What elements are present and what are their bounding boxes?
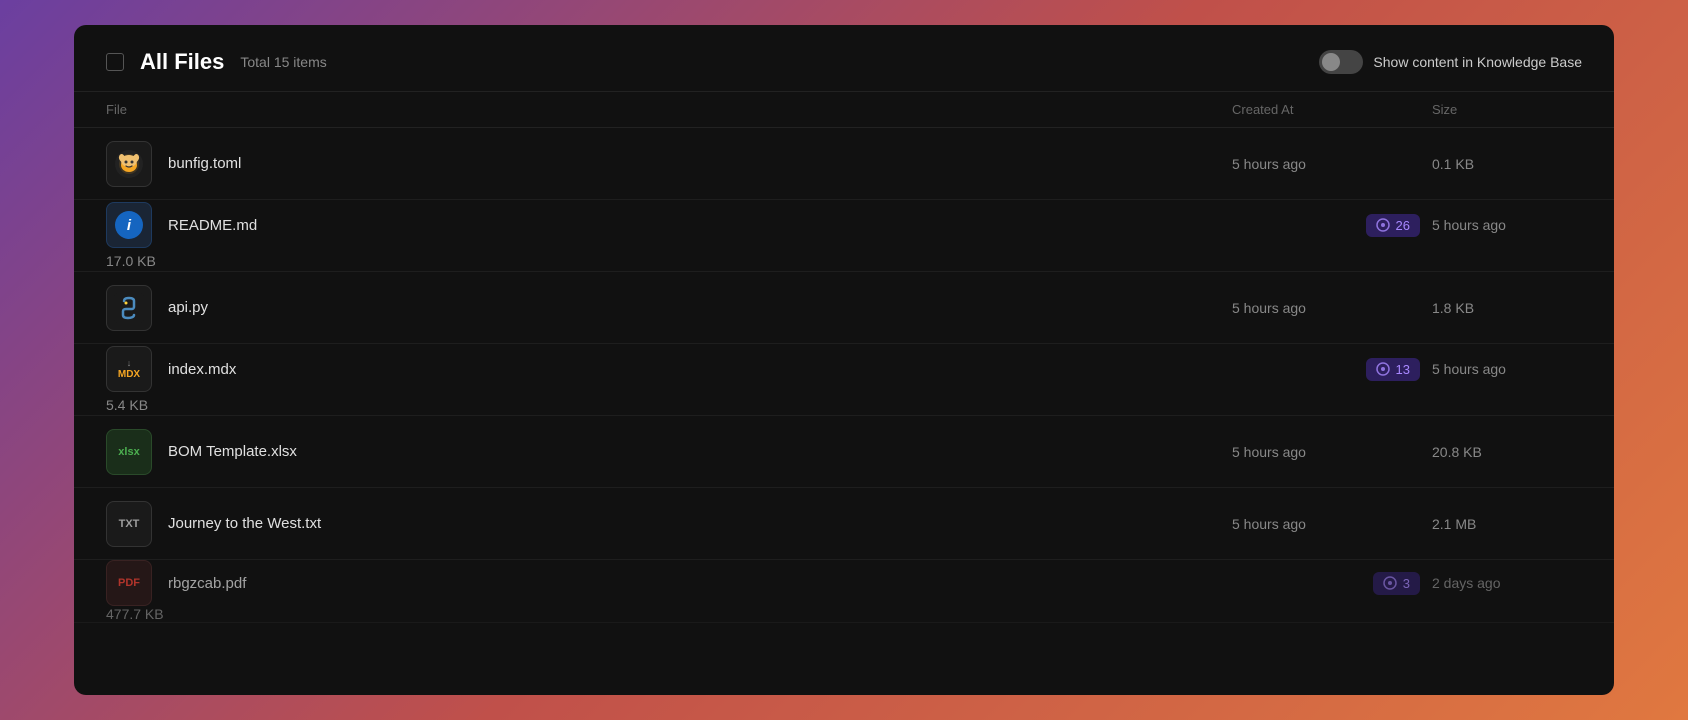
table-body: bunfig.toml 5 hours ago 0.1 KB i README.… — [74, 128, 1614, 695]
created-at: 5 hours ago — [1232, 156, 1432, 172]
file-icon-pdf: PDF — [106, 560, 152, 606]
created-at: 5 hours ago — [1232, 300, 1432, 316]
col-created-at: Created At — [1232, 102, 1432, 117]
file-icon-xlsx: xlsx — [106, 429, 152, 475]
file-name: Journey to the West.txt — [168, 515, 321, 532]
badge-icon — [1376, 218, 1390, 232]
table-header: File Created At Size — [74, 92, 1614, 128]
bun-icon — [113, 148, 145, 180]
table-row[interactable]: PDF rbgzcab.pdf 3 2 days ago 477.7 KB — [74, 560, 1614, 623]
file-cell: api.py — [106, 285, 1232, 331]
file-size: 1.8 KB — [1432, 300, 1582, 316]
file-name: bunfig.toml — [168, 155, 241, 172]
badge-count: 13 — [1396, 362, 1410, 377]
file-cell: xlsx BOM Template.xlsx — [106, 429, 1232, 475]
select-all-checkbox[interactable] — [106, 53, 124, 71]
file-cell: i README.md — [106, 202, 1232, 248]
file-size: 477.7 KB — [106, 606, 1232, 622]
file-size: 17.0 KB — [106, 253, 1232, 269]
file-size: 5.4 KB — [106, 397, 1232, 413]
txt-label: TXT — [119, 518, 140, 530]
file-size: 20.8 KB — [1432, 444, 1582, 460]
created-at: 5 hours ago — [1432, 217, 1582, 233]
table-row[interactable]: ↓ MDX index.mdx 13 5 hours ago 5.4 KB — [74, 344, 1614, 416]
table-row[interactable]: xlsx BOM Template.xlsx 5 hours ago 20.8 … — [74, 416, 1614, 488]
table-row[interactable]: api.py 5 hours ago 1.8 KB — [74, 272, 1614, 344]
file-icon-md: i — [106, 202, 152, 248]
mdx-label: ↓ MDX — [118, 359, 140, 380]
file-name: BOM Template.xlsx — [168, 443, 297, 460]
pdf-label: PDF — [118, 577, 140, 589]
table-row[interactable]: bunfig.toml 5 hours ago 0.1 KB — [74, 128, 1614, 200]
badge-count: 3 — [1403, 576, 1410, 591]
created-at: 5 hours ago — [1432, 361, 1582, 377]
col-size: Size — [1432, 102, 1582, 117]
info-icon: i — [115, 211, 143, 239]
col-file: File — [106, 102, 1232, 117]
badge-cell: 13 — [1232, 358, 1432, 381]
toggle-track[interactable] — [1319, 50, 1363, 74]
file-name: README.md — [168, 217, 257, 234]
file-icon-txt: TXT — [106, 501, 152, 547]
modal-title: All Files — [140, 49, 224, 75]
show-content-toggle-label[interactable]: Show content in Knowledge Base — [1319, 50, 1582, 74]
badge-cell: 3 — [1232, 572, 1432, 595]
badge-cell: 26 — [1232, 214, 1432, 237]
file-name: index.mdx — [168, 361, 236, 378]
badge-icon — [1376, 362, 1390, 376]
toggle-text: Show content in Knowledge Base — [1373, 54, 1582, 70]
file-icon-toml — [106, 141, 152, 187]
toggle-thumb — [1322, 53, 1340, 71]
header-controls: Show content in Knowledge Base — [1319, 50, 1582, 74]
table-row[interactable]: TXT Journey to the West.txt 5 hours ago … — [74, 488, 1614, 560]
badge-icon — [1383, 576, 1397, 590]
table-row[interactable]: i README.md 26 5 hours ago 17.0 KB — [74, 200, 1614, 272]
xlsx-label: xlsx — [118, 446, 139, 458]
created-at: 5 hours ago — [1232, 444, 1432, 460]
python-icon — [114, 293, 144, 323]
file-cell: TXT Journey to the West.txt — [106, 501, 1232, 547]
chunk-badge: 3 — [1373, 572, 1420, 595]
all-files-modal: All Files Total 15 items Show content in… — [74, 25, 1614, 695]
created-at: 2 days ago — [1432, 575, 1582, 591]
file-icon-mdx: ↓ MDX — [106, 346, 152, 392]
total-items-label: Total 15 items — [240, 54, 326, 70]
file-size: 0.1 KB — [1432, 156, 1582, 172]
file-name: rbgzcab.pdf — [168, 575, 246, 592]
file-cell: bunfig.toml — [106, 141, 1232, 187]
modal-header: All Files Total 15 items Show content in… — [74, 25, 1614, 92]
file-cell: ↓ MDX index.mdx — [106, 346, 1232, 392]
file-cell: PDF rbgzcab.pdf — [106, 560, 1232, 606]
chunk-badge: 13 — [1366, 358, 1420, 381]
file-name: api.py — [168, 299, 208, 316]
chunk-badge: 26 — [1366, 214, 1420, 237]
file-size: 2.1 MB — [1432, 516, 1582, 532]
badge-count: 26 — [1396, 218, 1410, 233]
created-at: 5 hours ago — [1232, 516, 1432, 532]
file-icon-py — [106, 285, 152, 331]
